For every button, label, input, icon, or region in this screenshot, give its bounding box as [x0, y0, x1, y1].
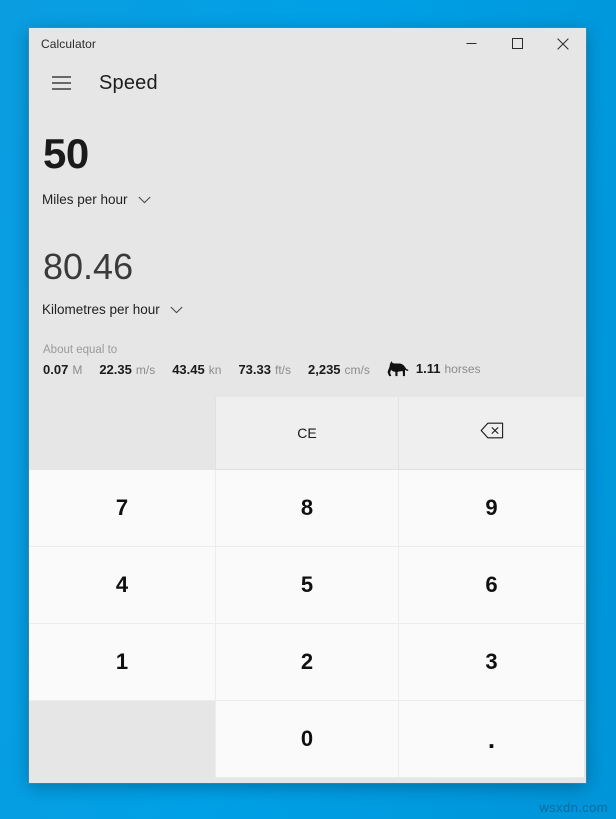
key-5[interactable]: 5: [215, 547, 398, 624]
key-label: 8: [300, 495, 314, 520]
key-label: .: [487, 723, 496, 754]
close-icon: [557, 37, 569, 50]
conversion-results: 50 Miles per hour 80.46 Kilometres per h…: [29, 107, 586, 319]
key-9[interactable]: 9: [398, 470, 584, 547]
key-label: 9: [485, 495, 498, 520]
minimize-button[interactable]: [448, 28, 494, 59]
minimize-icon: [466, 43, 476, 44]
key-7[interactable]: 7: [29, 470, 215, 547]
key-4[interactable]: 4: [29, 547, 215, 624]
to-unit-block: 80.46 Kilometres per hour: [40, 209, 575, 319]
key-0[interactable]: 0: [215, 701, 398, 778]
from-unit-block: 50 Miles per hour: [40, 107, 575, 209]
window-title: Calculator: [41, 36, 97, 51]
key-blank-bottom: [29, 701, 215, 778]
key-label: 4: [115, 572, 129, 597]
equivalent-value: 73.33: [238, 361, 271, 377]
about-equal-section: About equal to 0.07 M 22.35 m/s 43.45 kn 73.33…: [29, 344, 586, 377]
key-6[interactable]: 6: [398, 547, 584, 624]
from-unit-selector[interactable]: Miles per hour: [42, 192, 151, 207]
horse-icon: [387, 361, 409, 377]
equivalent-value: 22.35: [99, 361, 132, 377]
equivalent-item: 0.07 M: [43, 362, 82, 377]
equivalent-unit: M: [72, 362, 83, 377]
key-3[interactable]: 3: [398, 624, 584, 701]
key-1[interactable]: 1: [29, 624, 215, 701]
app-header: Speed: [29, 59, 586, 107]
key-label: 6: [485, 572, 498, 597]
key-label: CE: [297, 425, 317, 441]
equivalent-unit: m/s: [135, 362, 156, 377]
equivalent-item: 73.33 ft/s: [238, 362, 291, 377]
title-bar: Calculator: [29, 28, 586, 59]
key-label: 5: [300, 572, 314, 597]
key-blank-top: [29, 397, 215, 470]
numeric-keypad: CE 7 8 9 4 5 6 1 2 3 0.: [29, 397, 586, 783]
key-label: 7: [115, 495, 129, 520]
key-label: 0: [300, 726, 314, 751]
equivalent-value: 43.45: [172, 361, 205, 377]
equivalent-item: 43.45 kn: [172, 362, 221, 377]
equivalent-unit: ft/s: [274, 362, 291, 377]
backspace-icon: [480, 422, 504, 444]
equivalent-value: 1.11: [415, 361, 441, 376]
chevron-down-icon: [170, 306, 183, 314]
equivalent-unit: horses: [444, 362, 481, 376]
equivalent-item: 1.11 horses: [387, 361, 481, 377]
key-backspace[interactable]: [398, 397, 584, 470]
equivalent-value: 0.07: [43, 361, 69, 377]
desktop-watermark: wsxdn.com: [539, 800, 608, 815]
equivalent-value: 2,235: [308, 361, 341, 377]
about-equal-label: About equal to: [43, 344, 118, 356]
equivalent-item: 22.35 m/s: [99, 362, 155, 377]
hamburger-menu-button[interactable]: [39, 63, 83, 103]
key-2[interactable]: 2: [215, 624, 398, 701]
page-title: Speed: [99, 71, 158, 94]
key-8[interactable]: 8: [215, 470, 398, 547]
maximize-icon: [511, 38, 523, 49]
key-label: 3: [485, 649, 498, 674]
equivalents-list: 0.07 M 22.35 m/s 43.45 kn 73.33 ft/s 2,235 cm/s 1.…: [40, 361, 575, 377]
to-unit-selector[interactable]: Kilometres per hour: [42, 302, 183, 317]
calculator-window: Calculator Speed 50 Miles per hour 80.46…: [29, 28, 586, 783]
close-button[interactable]: [540, 28, 586, 59]
from-unit-label: Miles per hour: [42, 192, 128, 207]
equivalent-item: 2,235 cm/s: [308, 362, 370, 377]
maximize-button[interactable]: [494, 28, 540, 59]
to-unit-label: Kilometres per hour: [42, 302, 160, 317]
hamburger-icon: [51, 76, 71, 90]
equivalent-unit: cm/s: [344, 362, 370, 377]
key-label: 1: [115, 649, 129, 674]
key-clear-entry[interactable]: CE: [215, 397, 398, 470]
key-label: 2: [300, 649, 314, 674]
equivalent-unit: kn: [208, 362, 222, 377]
to-value[interactable]: 80.46: [40, 209, 575, 285]
from-value[interactable]: 50: [40, 107, 575, 175]
key-decimal[interactable]: .: [398, 701, 584, 778]
chevron-down-icon: [137, 196, 151, 204]
